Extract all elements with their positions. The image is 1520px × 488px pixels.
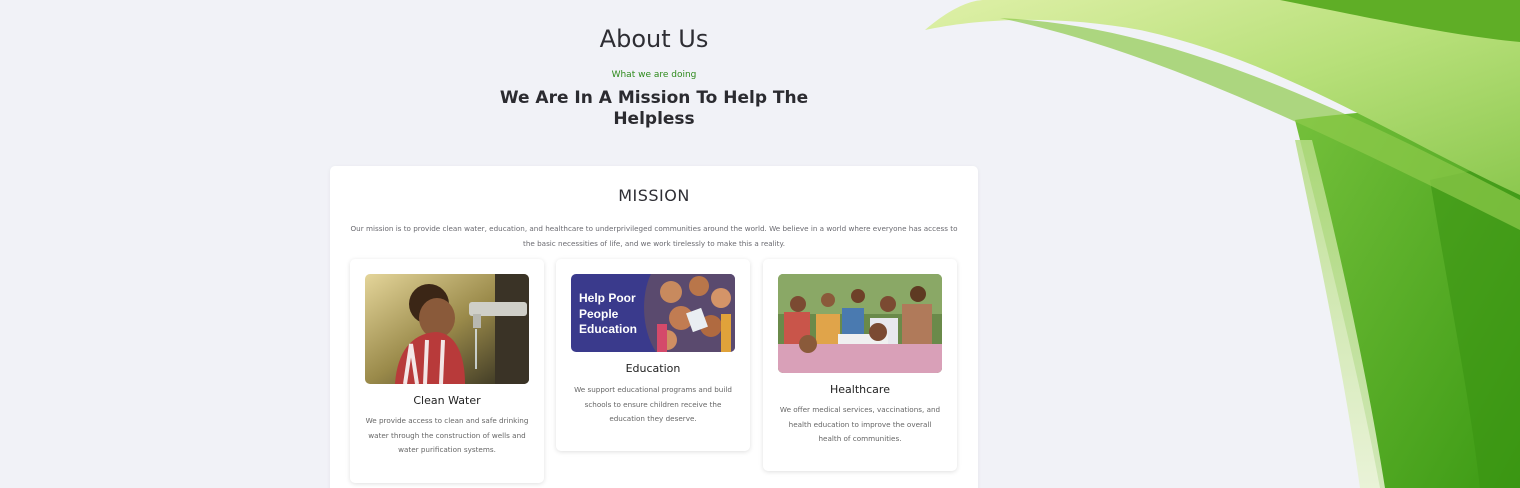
clean-water-image	[365, 274, 529, 384]
about-page: About Us What we are doing We Are In A M…	[0, 0, 1520, 488]
service-description: We offer medical services, vaccinations,…	[779, 405, 941, 443]
service-card-healthcare: Healthcare We offer medical services, va…	[763, 259, 957, 471]
mission-card: MISSION Our mission is to provide clean …	[330, 166, 978, 488]
service-card-clean-water: Clean Water We provide access to clean a…	[350, 259, 544, 483]
education-image-text: Help Poor People Education	[579, 291, 638, 336]
education-image: Help Poor People Education	[571, 274, 735, 352]
service-description: We provide access to clean and safe drin…	[365, 416, 529, 454]
page-title: About Us	[599, 25, 709, 53]
service-description: We support educational programs and buil…	[574, 385, 732, 423]
healthcare-image	[778, 274, 942, 373]
section-headline: We Are In A Mission To Help The Helpless	[499, 88, 809, 129]
service-name: Education	[625, 362, 681, 375]
service-name: Clean Water	[413, 394, 481, 407]
mission-title: MISSION	[618, 186, 690, 205]
mission-text: Our mission is to provide clean water, e…	[350, 224, 958, 248]
section-kicker: What we are doing	[611, 70, 697, 80]
service-card-education: Help Poor People Education Education We …	[556, 259, 750, 451]
service-name: Healthcare	[830, 383, 890, 396]
